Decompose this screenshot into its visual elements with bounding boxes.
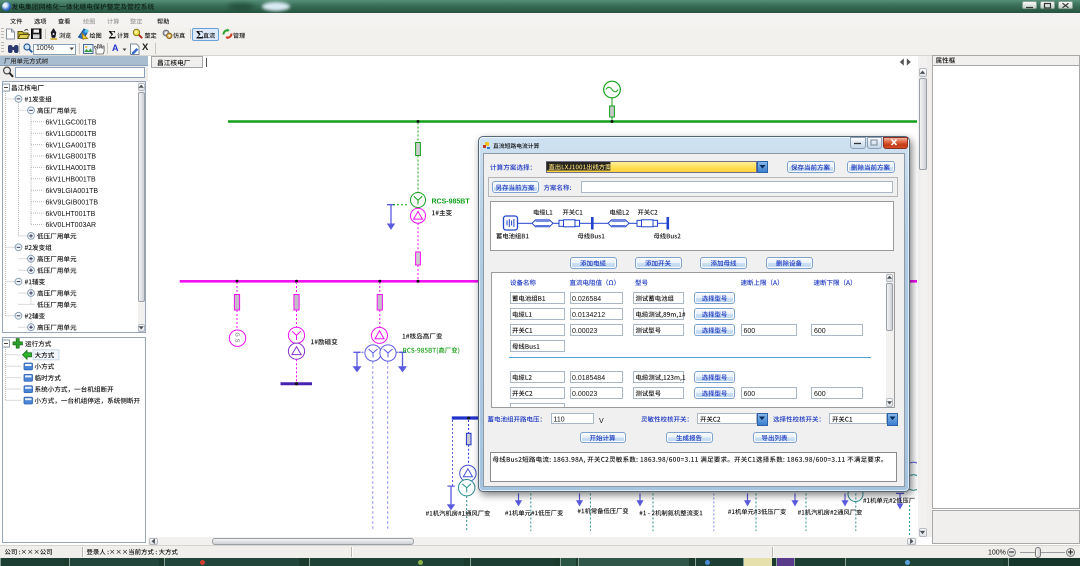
svg-text:S: S bbox=[234, 339, 240, 343]
svg-text:RCS-985BT: RCS-985BT bbox=[432, 199, 471, 206]
svg-text:G: G bbox=[234, 333, 240, 337]
